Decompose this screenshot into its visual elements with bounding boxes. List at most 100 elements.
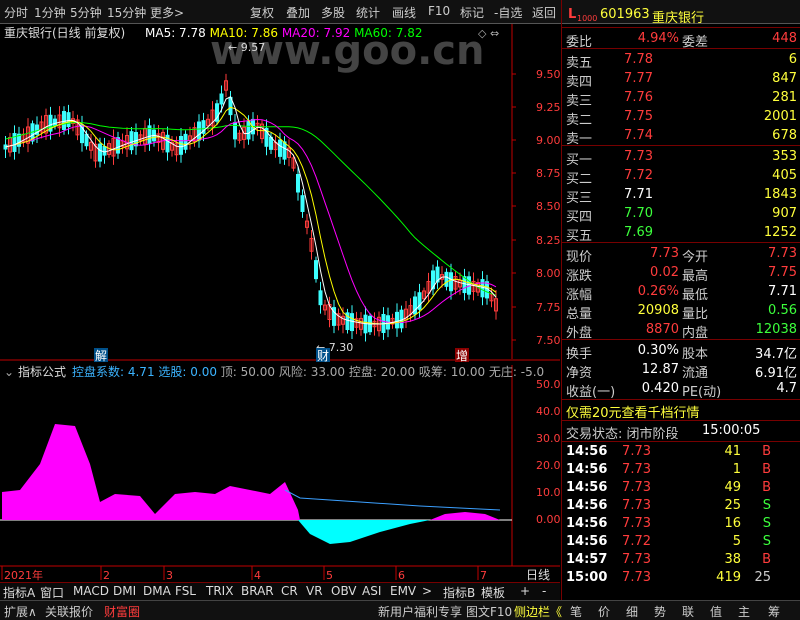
status-link[interactable]: 扩展∧	[4, 603, 37, 620]
chart-settings-icon[interactable]: ◇ ⇔	[478, 27, 499, 40]
bid-label: 买一	[566, 153, 593, 168]
price-tick-label: 8.50	[536, 200, 560, 213]
tick-volume: 16	[724, 516, 741, 531]
tab-intraday[interactable]: 分时	[4, 4, 28, 21]
level-badge: L	[568, 7, 577, 22]
tab-more[interactable]: 更多>	[150, 4, 184, 21]
weicha-value: 448	[772, 31, 797, 46]
indicator-tab[interactable]: ASI	[362, 584, 381, 598]
tick-price: 7.73	[622, 570, 651, 585]
tick-volume: 5	[732, 534, 741, 549]
mark-button[interactable]: 标记	[460, 4, 484, 21]
promo-link[interactable]: 仅需20元查看千档行情	[566, 402, 700, 421]
indicator-tab[interactable]: CR	[281, 584, 298, 598]
bid-volume: 353	[772, 149, 797, 164]
indicator-tab[interactable]: 窗口	[40, 584, 64, 601]
status-button[interactable]: 筹	[768, 603, 780, 620]
ask-label: 卖五	[566, 56, 593, 71]
indicator-tab[interactable]: TRIX	[206, 584, 233, 598]
fuquan-button[interactable]: 复权	[250, 4, 274, 21]
quote-value: 7.71	[768, 284, 797, 299]
indicator-tab[interactable]: FSL	[175, 584, 196, 598]
event-marker-cai[interactable]: 财	[317, 349, 329, 363]
indicator-tab[interactable]: >	[422, 584, 432, 598]
fundamental-label: 换手	[566, 347, 593, 362]
price-ticks: 9.50 9.25 9.00 8.75 8.50 8.25 8.00 7.75 7.50	[512, 68, 560, 347]
status-button[interactable]: 联	[682, 603, 694, 620]
tab-5min[interactable]: 5分钟	[70, 4, 102, 21]
tick-price: 7.73	[622, 516, 651, 531]
bid-row: 买一 7.73 353	[562, 148, 800, 168]
indicator-tab[interactable]: +	[520, 584, 530, 598]
status-link[interactable]: 关联报价	[45, 603, 93, 620]
indicator-tab[interactable]: DMI	[113, 584, 136, 598]
indicator-tab[interactable]: -	[542, 584, 546, 598]
tick-side: B	[762, 444, 771, 459]
status-link[interactable]: 财富圈	[104, 603, 140, 620]
indicator-tab[interactable]: 模板	[481, 584, 505, 601]
indicator-tab[interactable]: BRAR	[241, 584, 274, 598]
tab-1min[interactable]: 1分钟	[34, 4, 66, 21]
tick-time: 14:56	[566, 498, 608, 513]
overlay-button[interactable]: 叠加	[286, 4, 310, 21]
candle-body	[129, 131, 134, 151]
candle-body	[444, 271, 449, 287]
candle-body	[219, 93, 224, 105]
tick-volume: 1	[732, 462, 741, 477]
status-button[interactable]: 新用户福利专享	[378, 603, 462, 620]
multi-stock-button[interactable]: 多股	[321, 4, 345, 21]
bid-volume: 907	[772, 206, 797, 221]
period-label[interactable]: 日线	[526, 568, 550, 582]
status-button[interactable]: 笔	[570, 603, 582, 620]
ma-legend-item: MA60: 7.82	[350, 26, 422, 40]
kline-chart-area[interactable]: www.goo.cn 重庆银行(日线 前复权) MA5: 7.78 MA10: …	[0, 24, 560, 594]
f10-button[interactable]: F10	[428, 4, 450, 18]
quote-value: 7.75	[768, 265, 797, 280]
remove-favorite-button[interactable]: -自选	[494, 4, 522, 21]
stats-button[interactable]: 统计	[356, 4, 380, 21]
divider	[562, 145, 800, 146]
status-button[interactable]: 值	[710, 603, 722, 620]
quote-value: 20908	[637, 303, 679, 318]
indicator-name[interactable]: 指标公式	[18, 364, 66, 379]
fundamental-label: 收益(一)	[566, 385, 616, 400]
event-marker-jie[interactable]: 解	[95, 349, 107, 363]
status-button[interactable]: 价	[598, 603, 610, 620]
tick-time: 14:56	[566, 516, 608, 531]
candle-body	[350, 313, 354, 332]
indicator-tab[interactable]: 指标A	[3, 584, 35, 601]
indicator-tab[interactable]: VR	[306, 584, 323, 598]
indicator-tab[interactable]: DMA	[143, 584, 171, 598]
indicator-toggle-icon[interactable]: ⌄	[4, 365, 14, 379]
quote-label: 量比	[682, 307, 709, 322]
back-button[interactable]: 返回	[532, 4, 556, 21]
quote-row: 外盘 8870 内盘 12038	[562, 321, 800, 341]
ask-label: 卖二	[566, 113, 593, 128]
status-button[interactable]: 主	[738, 603, 750, 620]
indicator-tab[interactable]: OBV	[331, 584, 357, 598]
fundamental-label: PE(动)	[682, 385, 722, 400]
ask-price: 7.74	[624, 128, 653, 143]
weibi-value: 4.94%	[637, 31, 679, 46]
status-button[interactable]: 细	[626, 603, 638, 620]
ask-volume: 2001	[763, 109, 797, 124]
tick-row: 14:56 7.72 5 S	[562, 533, 800, 551]
indicator-tab[interactable]: MACD	[73, 584, 109, 598]
bid-price: 7.72	[624, 168, 653, 183]
status-button[interactable]: 势	[654, 603, 666, 620]
status-button[interactable]: 侧边栏《	[514, 603, 562, 620]
ask-row: 卖二 7.75 2001	[562, 108, 800, 128]
divider	[562, 27, 800, 28]
trade-state: 交易状态: 闭市阶段	[566, 427, 679, 442]
candle-body	[98, 143, 102, 162]
fundamental-value: 34.7亿	[755, 347, 797, 362]
status-button[interactable]: 图文F10	[466, 603, 512, 620]
tick-side: B	[762, 480, 771, 495]
indicator-tab[interactable]: EMV	[390, 584, 416, 598]
event-marker-zeng[interactable]: 增	[456, 349, 468, 363]
fundamental-label: 流通	[682, 366, 709, 381]
indicator-tab[interactable]: 指标B	[443, 584, 475, 601]
draw-line-button[interactable]: 画线	[392, 4, 416, 21]
tab-15min[interactable]: 15分钟	[107, 4, 146, 21]
trade-state-time: 15:00:05	[702, 423, 761, 438]
